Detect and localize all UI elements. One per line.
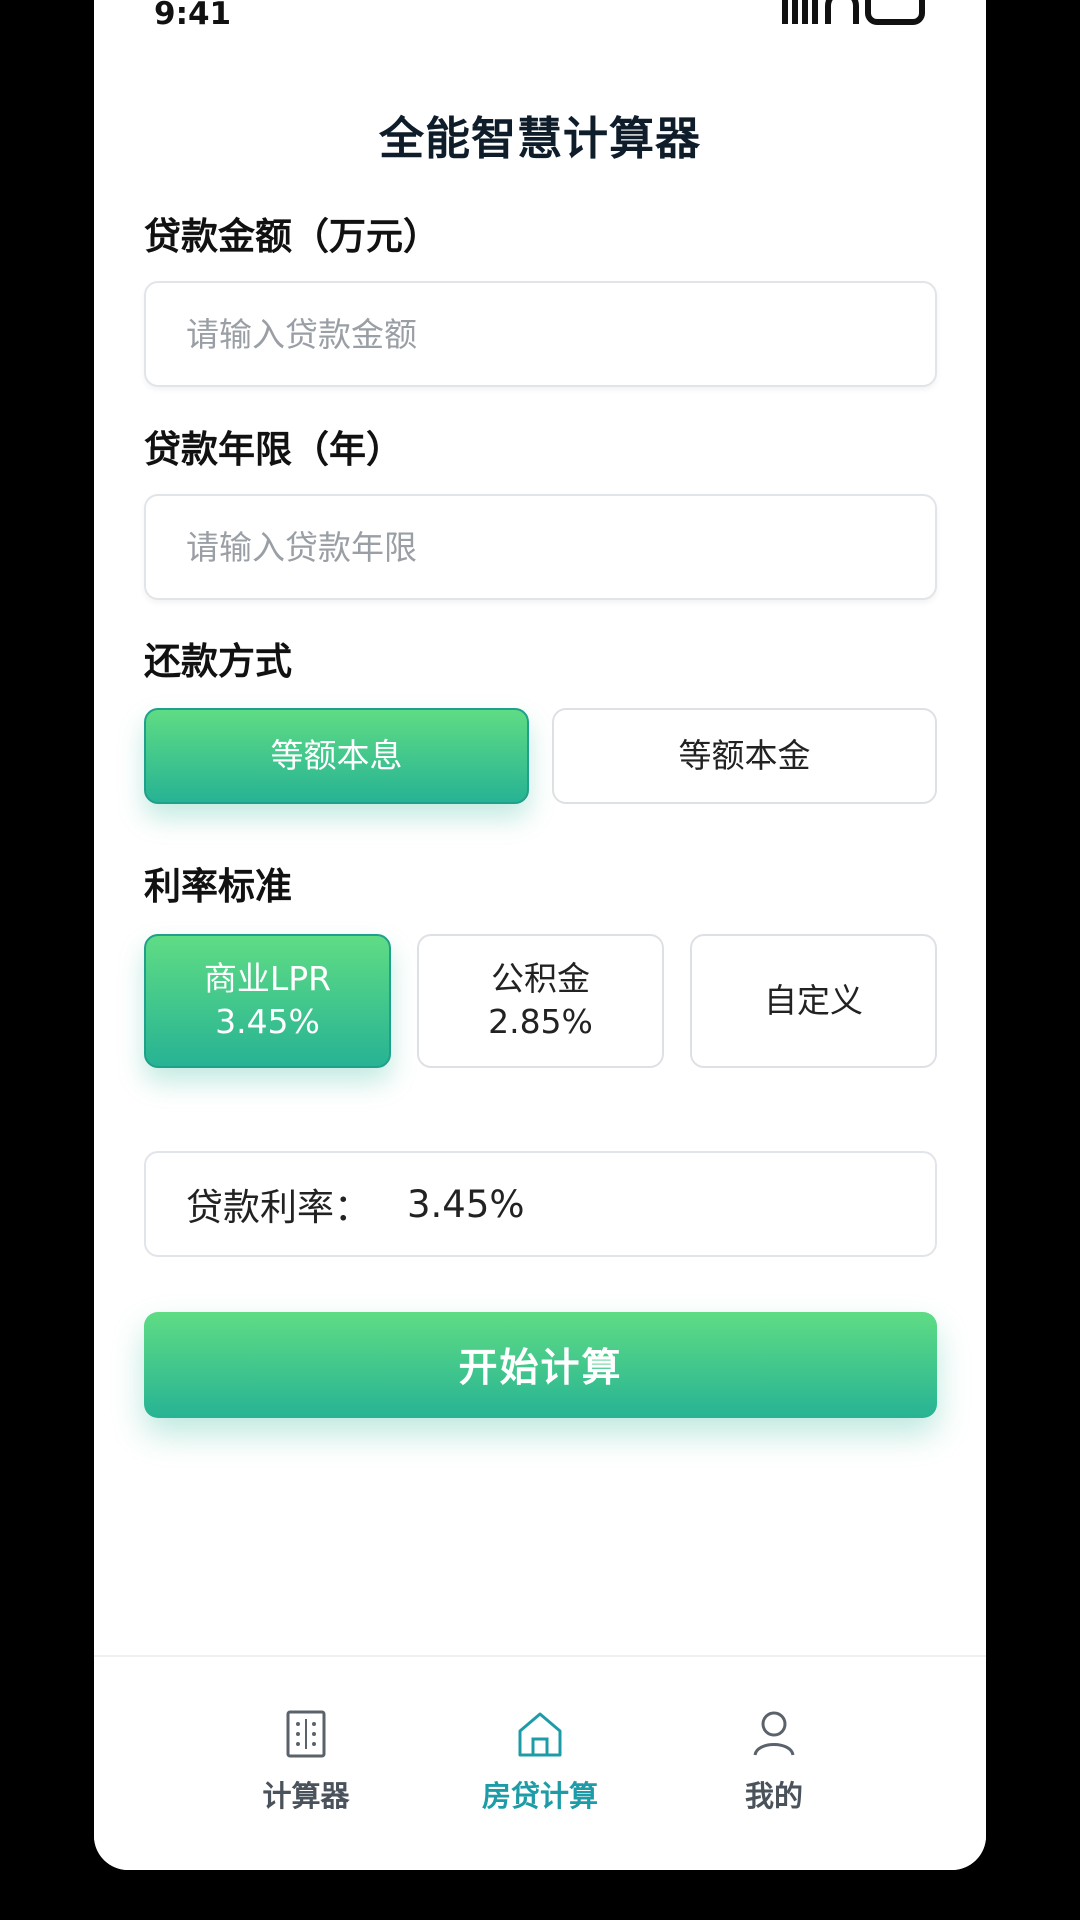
loan-years-label: 贷款年限（年） <box>144 428 403 471</box>
option-name: 商业LPR <box>203 959 332 999</box>
status-bar: 9:41 <box>94 0 986 40</box>
loan-years-input[interactable] <box>144 494 937 600</box>
phone-screen: 9:41 全能智慧计算器 贷款金额（万元） 贷款年限（年） 还款方式 等额本息 … <box>94 0 986 1870</box>
house-icon <box>518 1712 562 1757</box>
rate-housing-fund-button[interactable]: 公积金 2.85% <box>417 934 664 1068</box>
tab-profile[interactable]: 我的 <box>674 1657 874 1837</box>
option-label: 等额本金 <box>678 735 811 775</box>
loan-rate-label: 贷款利率： <box>186 1186 371 1229</box>
repayment-equal-installment-button[interactable]: 等额本息 <box>144 708 529 804</box>
repayment-method-label: 还款方式 <box>144 640 292 683</box>
signal-icon <box>782 0 818 24</box>
option-name: 公积金 <box>491 959 590 999</box>
rate-custom-button[interactable]: 自定义 <box>690 934 937 1068</box>
option-rate: 3.45% <box>215 1002 320 1041</box>
user-icon <box>753 1711 795 1756</box>
loan-rate-value: 3.45% <box>407 1182 525 1226</box>
battery-icon <box>865 0 925 25</box>
loan-amount-label: 贷款金额（万元） <box>144 215 440 258</box>
page-title: 全能智慧计算器 <box>378 112 701 165</box>
option-name: 自定义 <box>764 980 863 1020</box>
start-calculation-button[interactable]: 开始计算 <box>144 1312 937 1418</box>
tab-label: 我的 <box>744 1779 803 1813</box>
option-label: 等额本息 <box>270 735 403 775</box>
tab-mortgage[interactable]: 房贷计算 <box>440 1657 640 1837</box>
bottom-tab-bar: 计算器 房贷计算 我的 <box>94 1655 986 1870</box>
option-rate: 2.85% <box>488 1002 593 1041</box>
status-icons <box>782 0 925 25</box>
loan-rate-display: 贷款利率： 3.45% <box>144 1151 937 1257</box>
tab-label: 计算器 <box>262 1779 350 1813</box>
loan-amount-input[interactable] <box>144 281 937 387</box>
calculator-icon <box>286 1710 326 1758</box>
tab-calculator[interactable]: 计算器 <box>206 1657 406 1837</box>
wifi-icon <box>825 0 859 24</box>
tab-label: 房贷计算 <box>481 1779 598 1813</box>
status-time: 9:41 <box>154 0 232 32</box>
repayment-equal-principal-button[interactable]: 等额本金 <box>552 708 937 804</box>
rate-standard-label: 利率标准 <box>144 865 292 908</box>
rate-commercial-lpr-button[interactable]: 商业LPR 3.45% <box>144 934 391 1068</box>
